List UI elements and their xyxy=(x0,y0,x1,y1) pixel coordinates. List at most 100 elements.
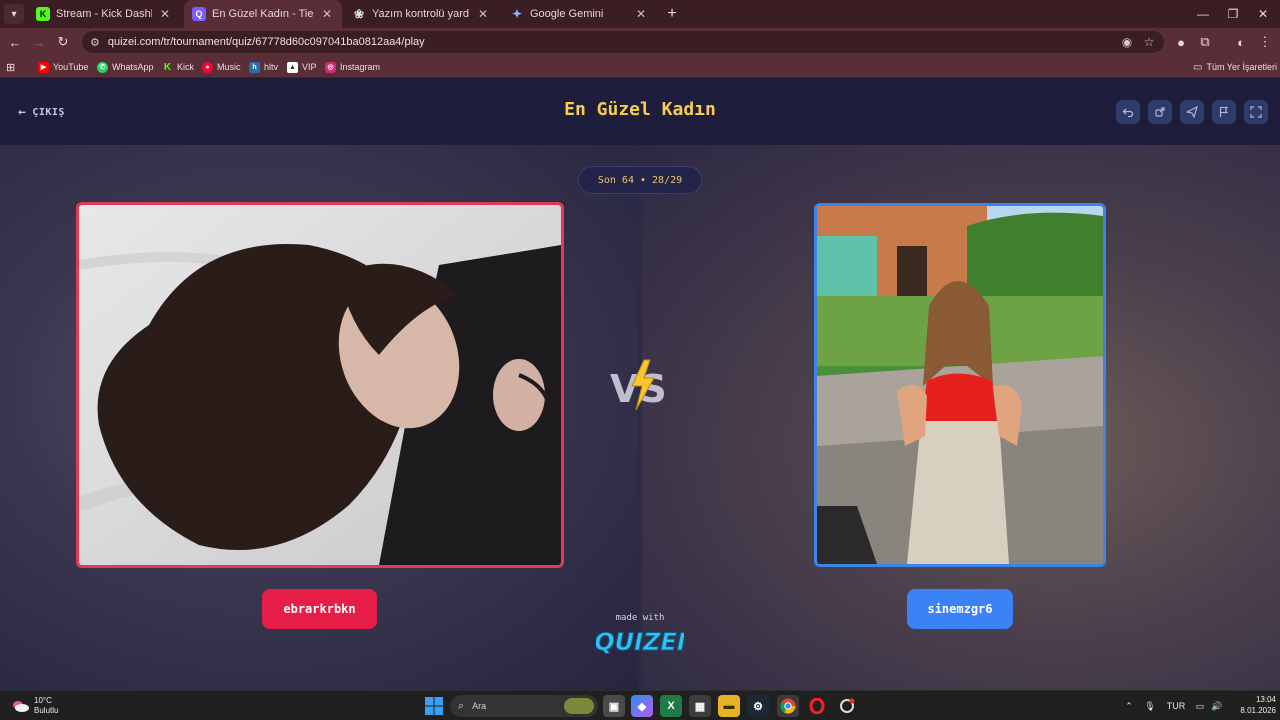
fullscreen-icon xyxy=(1250,106,1262,118)
search-highlight-image xyxy=(564,698,594,714)
address-bar[interactable]: ⚙ quizei.com/tr/tournament/quiz/67778d60… xyxy=(82,31,1164,53)
system-clock[interactable]: 13:04 8.01.2026 xyxy=(1226,694,1276,716)
close-window-button[interactable]: ✕ xyxy=(1246,0,1280,28)
quiz-header: ← ÇIKIŞ En Güzel Kadın xyxy=(0,79,1280,145)
left-contestant-card[interactable] xyxy=(76,202,564,568)
whatsapp-icon: ✆ xyxy=(97,61,108,73)
extension-icon[interactable]: ● xyxy=(1171,32,1191,52)
close-icon[interactable]: ✕ xyxy=(158,7,172,21)
forward-button[interactable]: → xyxy=(29,32,49,52)
store-icon[interactable]: ▦ xyxy=(689,695,711,717)
copilot-icon[interactable]: ◆ xyxy=(631,695,653,717)
reload-button[interactable]: ↻ xyxy=(53,32,73,52)
right-contestant-card[interactable] xyxy=(814,203,1106,567)
vote-left-button[interactable]: ebrarkrbkn xyxy=(262,589,377,629)
extensions-puzzle-icon[interactable]: ⧉ xyxy=(1195,32,1215,52)
share-icon xyxy=(1155,107,1165,117)
arrow-left-icon: ← xyxy=(18,104,27,120)
profile-avatar[interactable]: ◐ xyxy=(1231,32,1251,52)
bookmark-youtube[interactable]: ▶ YouTube xyxy=(38,59,88,75)
center-divider xyxy=(638,145,642,690)
undo-icon xyxy=(1122,108,1134,118)
matchup-arena: Son 64 • 28/29 VS ebrarkrbkn sinemzgr6 m… xyxy=(0,145,1280,690)
bookmarks-bar: ⊞ ▶ YouTube ✆ WhatsApp K Kick ● Music h … xyxy=(0,56,1280,78)
bookmark-vip[interactable]: ▲ VIP xyxy=(287,59,317,75)
left-contestant-photo xyxy=(79,205,561,565)
tab-title: Google Gemini xyxy=(530,8,604,20)
right-contestant-photo xyxy=(817,206,1103,564)
flag-icon xyxy=(1219,106,1229,117)
language-indicator[interactable]: TUR xyxy=(1164,695,1188,717)
tab-kick-dashboard[interactable]: K Stream - Kick Dashboard ✕ xyxy=(28,0,180,28)
bookmark-whatsapp[interactable]: ✆ WhatsApp xyxy=(97,59,154,75)
clock-date: 8.01.2026 xyxy=(1240,706,1276,715)
share-button[interactable] xyxy=(1148,100,1172,124)
back-button[interactable]: ← xyxy=(5,32,25,52)
site-info-icon[interactable]: ⚙ xyxy=(90,36,100,49)
openai-icon: ❀ xyxy=(353,7,365,21)
microphone-icon[interactable]: 🎙 xyxy=(1143,695,1157,717)
bookmark-hltv[interactable]: h hltv xyxy=(249,59,278,75)
apps-grid-icon[interactable]: ⊞ xyxy=(6,59,15,75)
new-tab-button[interactable]: + xyxy=(662,4,682,24)
quiz-title: En Güzel Kadın xyxy=(564,99,716,120)
app-settings-icon[interactable] xyxy=(836,695,858,717)
tab-strip: ▾ K Stream - Kick Dashboard ✕ Q En Güzel… xyxy=(0,0,1280,28)
bookmark-instagram[interactable]: ◎ Instagram xyxy=(325,59,380,75)
bookmark-star-icon[interactable]: ☆ xyxy=(1139,32,1159,52)
send-icon xyxy=(1186,106,1198,118)
tab-title: Stream - Kick Dashboard xyxy=(56,8,152,20)
opera-icon[interactable] xyxy=(806,695,828,717)
bookmark-kick[interactable]: K Kick xyxy=(162,59,194,75)
volume-icon[interactable]: 🔊 xyxy=(1210,695,1224,717)
youtube-icon: ▶ xyxy=(38,61,49,73)
chrome-icon[interactable] xyxy=(777,695,799,717)
cloud-icon xyxy=(13,701,29,712)
close-icon[interactable]: ✕ xyxy=(634,7,648,21)
windows-start-button[interactable] xyxy=(424,696,444,716)
menu-dots-icon[interactable]: ⋮ xyxy=(1255,32,1275,52)
bookmark-music[interactable]: ● Music xyxy=(202,59,241,75)
made-with-label: made with xyxy=(615,613,665,623)
tab-quizei[interactable]: Q En Güzel Kadın - Tier List, Kör S ✕ xyxy=(184,0,342,28)
round-indicator: Son 64 • 28/29 xyxy=(578,166,702,194)
eye-off-icon[interactable]: ◉ xyxy=(1117,32,1137,52)
close-icon[interactable]: ✕ xyxy=(476,7,490,21)
tab-chatgpt[interactable]: ❀ Yazım kontrolü yardımı ✕ xyxy=(344,0,498,28)
taskbar-search[interactable]: ⌕ Ara xyxy=(450,695,598,717)
task-view-icon[interactable]: ▣ xyxy=(603,695,625,717)
network-icon[interactable]: ▭ xyxy=(1193,695,1207,717)
send-button[interactable] xyxy=(1180,100,1204,124)
kick-icon: K xyxy=(163,61,172,73)
undo-button[interactable] xyxy=(1116,100,1140,124)
exit-button[interactable]: ← ÇIKIŞ xyxy=(18,103,65,121)
minimize-button[interactable]: — xyxy=(1186,0,1220,28)
tab-title: Yazım kontrolü yardımı xyxy=(372,8,470,20)
file-explorer-icon[interactable]: ▬ xyxy=(718,695,740,717)
chevron-up-icon[interactable]: ⌃ xyxy=(1122,695,1136,717)
quizei-logo[interactable]: QUIZEI xyxy=(596,624,684,657)
weather-temp: 10°C xyxy=(34,696,52,705)
weather-widget[interactable]: 10°C Bulutlu xyxy=(10,694,58,718)
quiz-page: ← ÇIKIŞ En Güzel Kadın Son 64 • 28/29 VS… xyxy=(0,79,1280,690)
folder-icon: ▭ xyxy=(1193,61,1203,73)
tab-search-button[interactable]: ▾ xyxy=(4,4,24,24)
kick-icon: K xyxy=(36,7,50,21)
gemini-icon: ✦ xyxy=(511,7,523,21)
hltv-icon: h xyxy=(249,61,260,73)
vote-right-button[interactable]: sinemzgr6 xyxy=(907,589,1013,629)
quizei-icon: Q xyxy=(192,7,206,21)
excel-icon[interactable]: X xyxy=(660,695,682,717)
steam-icon[interactable]: ⚙ xyxy=(747,695,769,717)
fullscreen-button[interactable] xyxy=(1244,100,1268,124)
search-icon: ⌕ xyxy=(458,699,465,712)
music-icon: ● xyxy=(202,61,213,73)
restore-button[interactable]: ❐ xyxy=(1216,0,1250,28)
tab-gemini[interactable]: ✦ Google Gemini ✕ xyxy=(502,0,656,28)
all-bookmarks-folder[interactable]: ▭ Tüm Yer İşaretleri xyxy=(1193,59,1277,75)
tab-title: En Güzel Kadın - Tier List, Kör S xyxy=(212,8,314,20)
svg-text:QUIZEI: QUIZEI xyxy=(596,628,684,656)
close-icon[interactable]: ✕ xyxy=(320,7,334,21)
windows-taskbar: 10°C Bulutlu ⌕ Ara ▣ ◆ X ▦ ▬ ⚙ ⌃ 🎙 TUR ▭… xyxy=(0,690,1280,720)
report-button[interactable] xyxy=(1212,100,1236,124)
